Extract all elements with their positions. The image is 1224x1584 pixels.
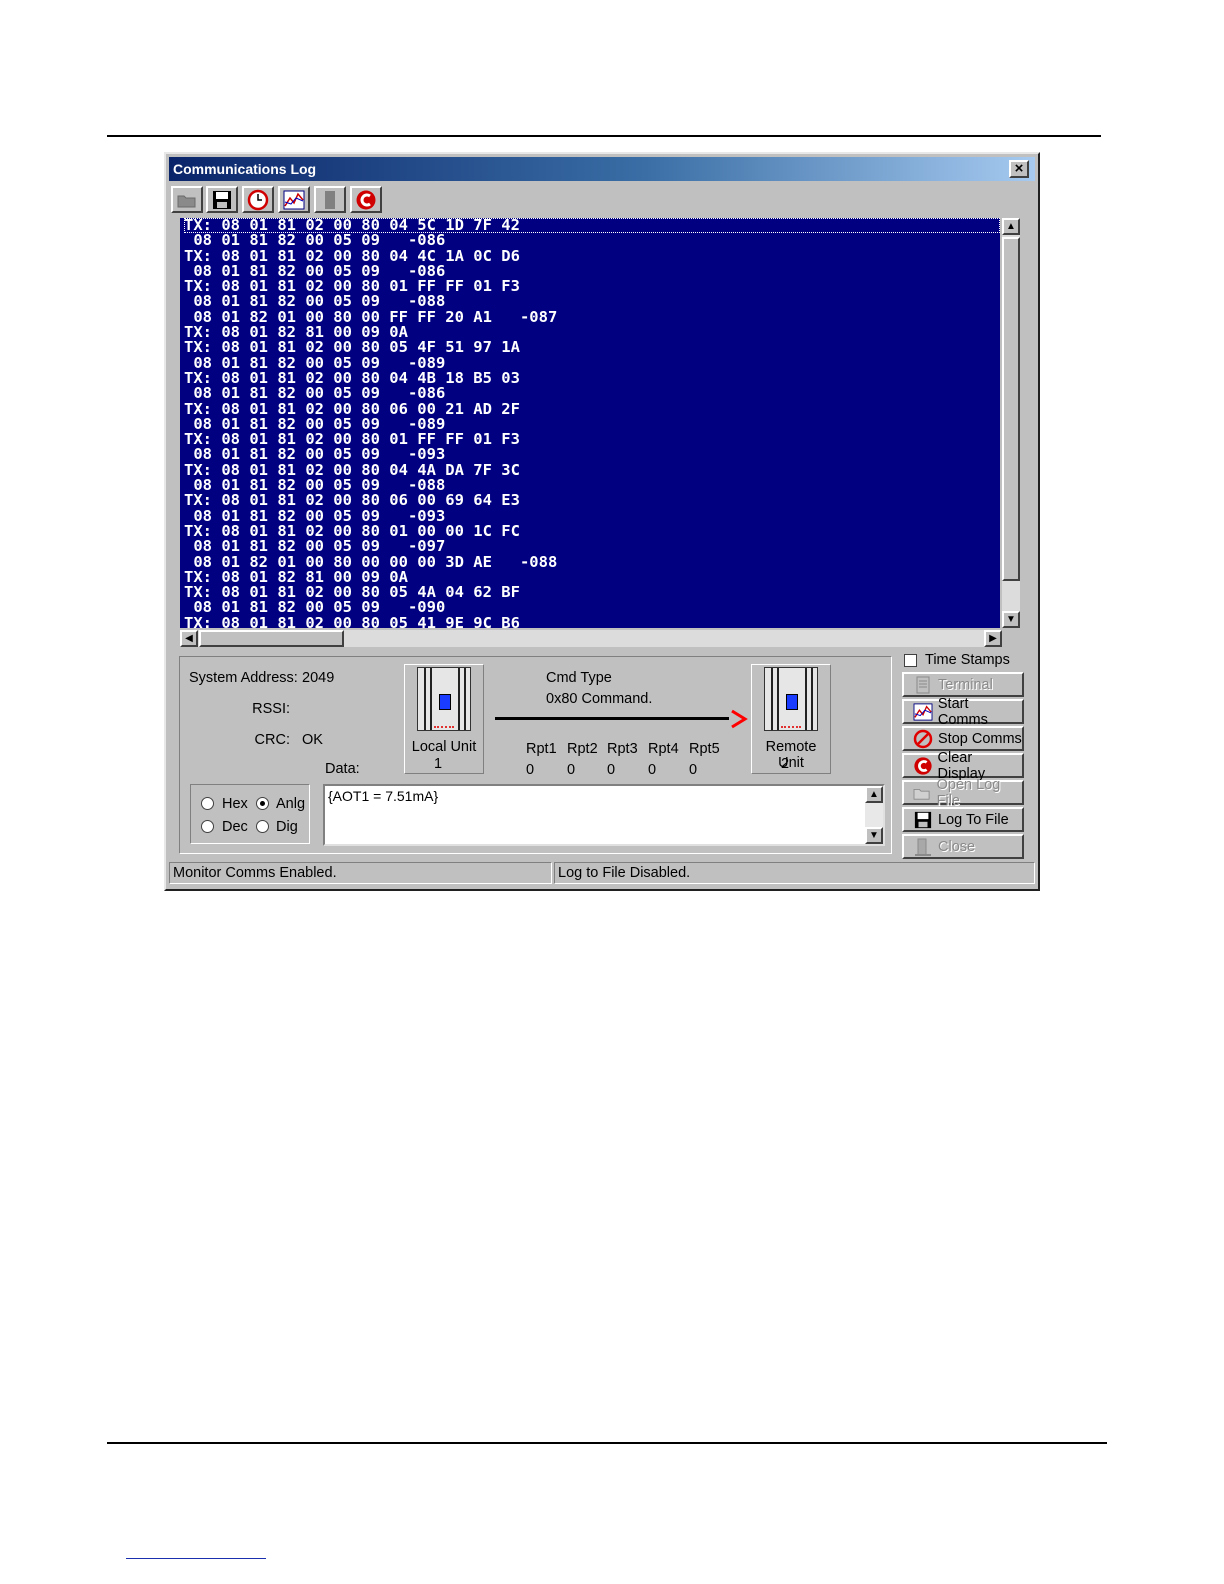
toolbar bbox=[169, 184, 1035, 214]
terminal-label: Terminal bbox=[938, 676, 993, 693]
anlg-radio[interactable] bbox=[256, 797, 269, 810]
log-vertical-scrollbar[interactable]: ▲ ▼ bbox=[1002, 218, 1020, 628]
hex-label: Hex bbox=[222, 796, 248, 812]
horizontal-scroll-thumb[interactable] bbox=[199, 630, 344, 647]
radio-unit-icon bbox=[417, 667, 471, 731]
rpt5-value: 0 bbox=[689, 762, 698, 778]
start-comms-button[interactable]: Start Comms bbox=[902, 696, 1024, 728]
header-rule bbox=[107, 135, 1101, 137]
radio-unit-icon bbox=[764, 667, 818, 731]
dig-radio[interactable] bbox=[256, 820, 269, 833]
local-unit-number: 1 bbox=[433, 756, 443, 772]
rpt5-label: Rpt5 bbox=[689, 741, 720, 757]
time-stamps-label: Time Stamps bbox=[925, 652, 1010, 668]
local-unit-label: Local Unit bbox=[411, 739, 477, 755]
scroll-left-button[interactable]: ◀ bbox=[180, 630, 198, 647]
open-folder-icon bbox=[913, 788, 930, 800]
chart-icon bbox=[913, 702, 933, 721]
format-radio-group: Hex Anlg Dec Dig bbox=[190, 784, 310, 844]
toolbar-stop-button[interactable] bbox=[314, 186, 346, 213]
rpt2-label: Rpt2 bbox=[567, 741, 598, 757]
clear-c-icon bbox=[914, 756, 932, 775]
rpt1-value: 0 bbox=[526, 762, 535, 778]
title-bar[interactable]: Communications Log × bbox=[169, 157, 1035, 181]
footer-link-underline bbox=[126, 1558, 266, 1559]
rpt3-label: Rpt3 bbox=[607, 741, 638, 757]
toolbar-timestamp-button[interactable] bbox=[242, 186, 274, 213]
close-button[interactable]: Close bbox=[902, 834, 1024, 859]
toolbar-open-button[interactable] bbox=[171, 186, 203, 213]
save-disk-icon bbox=[213, 190, 231, 209]
system-address-value: 2049 bbox=[302, 670, 335, 686]
clear-display-button[interactable]: Clear Display bbox=[902, 750, 1024, 782]
system-address-label: System Address: bbox=[189, 670, 298, 686]
clock-icon bbox=[247, 189, 269, 210]
data-value: {AOT1 = 7.51mA} bbox=[328, 788, 439, 804]
log-to-file-button[interactable]: Log To File bbox=[902, 807, 1024, 832]
direction-arrow-icon bbox=[731, 709, 748, 729]
log-line[interactable]: TX: 08 01 81 02 00 80 05 41 9E 9C B6 bbox=[184, 615, 1000, 628]
stop-comms-button[interactable]: Stop Comms bbox=[902, 726, 1024, 751]
status-bar: Monitor Comms Enabled. Log to File Disab… bbox=[169, 860, 1035, 886]
door-icon bbox=[915, 838, 931, 856]
terminal-button[interactable]: Terminal bbox=[902, 672, 1024, 697]
window-title: Communications Log bbox=[173, 161, 317, 177]
start-comms-label: Start Comms bbox=[937, 695, 988, 728]
chart-icon bbox=[283, 190, 305, 209]
data-scrollbar[interactable]: ▲ ▼ bbox=[865, 786, 883, 844]
remote-unit-number: 2 bbox=[780, 756, 790, 772]
stop-block-icon bbox=[325, 190, 335, 209]
monitor-status: Monitor Comms Enabled. bbox=[169, 862, 552, 884]
open-log-file-button[interactable]: Open Log File bbox=[902, 777, 1024, 809]
data-scroll-up-button[interactable]: ▲ bbox=[865, 786, 883, 803]
scroll-up-button[interactable]: ▲ bbox=[1002, 218, 1020, 235]
rssi-label: RSSI: bbox=[252, 701, 290, 717]
footer-rule bbox=[107, 1442, 1107, 1444]
toolbar-start-comms-button[interactable] bbox=[278, 186, 310, 213]
cmd-type-value: 0x80 Command. bbox=[546, 691, 653, 707]
time-stamps-checkbox[interactable] bbox=[904, 654, 917, 667]
data-textbox[interactable]: {AOT1 = 7.51mA} ▲ ▼ bbox=[323, 784, 885, 846]
control-panel: Time Stamps Terminal Start Comms Stop Co… bbox=[900, 650, 1028, 859]
terminal-icon bbox=[916, 676, 930, 693]
rpt1-label: Rpt1 bbox=[526, 741, 557, 757]
vertical-scroll-thumb[interactable] bbox=[1002, 237, 1020, 581]
toolbar-save-button[interactable] bbox=[206, 186, 238, 213]
crc-value: OK bbox=[302, 732, 323, 748]
direction-arrow-line bbox=[495, 717, 729, 720]
local-unit: Local Unit 1 bbox=[404, 664, 484, 774]
close-window-button[interactable]: × bbox=[1009, 160, 1029, 178]
close-label: Close bbox=[938, 838, 976, 855]
rpt4-value: 0 bbox=[648, 762, 657, 778]
rpt2-value: 0 bbox=[567, 762, 576, 778]
data-label: Data: bbox=[325, 761, 360, 777]
open-folder-icon bbox=[177, 195, 196, 207]
log-horizontal-scrollbar[interactable]: ◀ ▶ bbox=[180, 630, 1002, 647]
save-disk-icon bbox=[914, 811, 932, 828]
scroll-down-button[interactable]: ▼ bbox=[1002, 611, 1020, 628]
rpt4-label: Rpt4 bbox=[648, 741, 679, 757]
cmd-type-label: Cmd Type bbox=[546, 670, 612, 686]
scroll-right-button[interactable]: ▶ bbox=[984, 630, 1002, 647]
hex-radio[interactable] bbox=[201, 797, 214, 810]
dec-label: Dec bbox=[222, 819, 248, 835]
dig-label: Dig bbox=[276, 819, 298, 835]
stop-comms-label: Stop Comms bbox=[938, 730, 1022, 747]
log-text[interactable]: TX: 08 01 81 02 00 80 04 5C 1D 7F 42 08 … bbox=[180, 218, 1000, 628]
toolbar-clear-button[interactable] bbox=[350, 186, 382, 213]
open-log-file-label: Open Log File bbox=[936, 776, 1001, 809]
log-display[interactable]: TX: 08 01 81 02 00 80 04 5C 1D 7F 42 08 … bbox=[180, 218, 1000, 628]
crc-label: CRC: bbox=[254, 732, 290, 748]
dec-radio[interactable] bbox=[201, 820, 214, 833]
log-to-file-label: Log To File bbox=[938, 811, 1009, 828]
communications-log-window: Communications Log × TX: 08 01 81 02 00 … bbox=[164, 152, 1040, 891]
no-entry-icon bbox=[913, 729, 933, 748]
log-file-status: Log to File Disabled. bbox=[554, 862, 1035, 884]
clear-c-icon bbox=[356, 190, 376, 209]
remote-unit: Remote Unit 2 bbox=[751, 664, 831, 774]
data-scroll-down-button[interactable]: ▼ bbox=[865, 827, 883, 844]
anlg-label: Anlg bbox=[276, 796, 306, 812]
rpt3-value: 0 bbox=[607, 762, 616, 778]
